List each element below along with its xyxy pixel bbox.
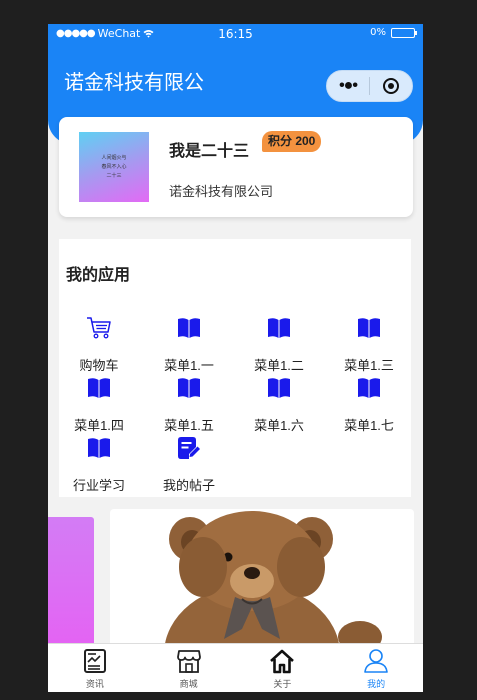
tab-label: 我的	[367, 679, 386, 689]
app-label: 购物车	[79, 358, 119, 373]
app-item-menu-1-3[interactable]: 菜单1.三	[329, 315, 409, 373]
app-label: 菜单1.六	[254, 418, 304, 433]
tab-label: 商城	[179, 679, 198, 689]
book-icon	[178, 378, 200, 398]
status-bar: ●●●●● WeChat 16:15 0%	[48, 24, 423, 44]
tab-store[interactable]: 商城	[142, 644, 236, 692]
banner-prev-slide[interactable]	[48, 517, 94, 647]
status-battery: 0%	[370, 27, 417, 38]
close-circle-icon	[383, 78, 399, 94]
book-icon	[88, 378, 110, 398]
battery-icon	[391, 27, 417, 38]
app-item-menu-1-4[interactable]: 菜单1.四	[59, 375, 139, 433]
profile-company: 诺金科技有限公司	[169, 184, 274, 199]
teddy-bear-image	[164, 511, 382, 649]
app-item-menu-1-6[interactable]: 菜单1.六	[239, 375, 319, 433]
points-badge: 积分 200	[262, 131, 322, 152]
book-icon	[268, 378, 290, 398]
app-label: 菜单1.七	[344, 418, 394, 433]
shopping-cart-icon	[87, 317, 111, 339]
profile-name: 我是二十三	[169, 143, 250, 160]
app-item-menu-1-2[interactable]: 菜单1.二	[239, 315, 319, 373]
app-item-menu-1-7[interactable]: 菜单1.七	[329, 375, 409, 433]
app-item-my-posts[interactable]: 我的帖子	[149, 435, 229, 493]
battery-percent: 0%	[370, 27, 386, 38]
mini-program-capsule: •●•	[326, 70, 413, 102]
avatar[interactable]: 人间烟火与 春风不入心 二十三	[79, 132, 149, 202]
app-label: 菜单1.四	[74, 418, 124, 433]
app-label: 菜单1.五	[164, 418, 214, 433]
tab-news[interactable]: 资讯	[48, 644, 142, 692]
avatar-text-line: 二十三	[106, 172, 122, 179]
book-icon	[358, 318, 380, 338]
home-icon	[270, 649, 295, 674]
user-icon	[364, 649, 388, 673]
profile-card[interactable]: 人间烟火与 春风不入心 二十三 我是二十三 积分 200 诺金科技有限公司	[59, 117, 413, 217]
app-item-menu-1-5[interactable]: 菜单1.五	[149, 375, 229, 433]
more-icon[interactable]: •●•	[327, 77, 369, 95]
book-icon	[358, 378, 380, 398]
app-label: 我的帖子	[162, 478, 215, 493]
book-icon	[268, 318, 290, 338]
page-title: 诺金科技有限公	[64, 70, 204, 94]
tab-bar: 资讯 商城 关于 我的	[48, 643, 423, 692]
status-time: 16:15	[218, 27, 253, 41]
my-apps-section: 我的应用 购物车 菜单1.一 菜单1.二 菜单1.三 菜单1.四 菜单1.五 菜…	[59, 239, 411, 497]
news-icon	[83, 649, 106, 673]
tab-label: 关于	[273, 679, 292, 689]
tab-about[interactable]: 关于	[236, 644, 330, 692]
app-item-industry-study[interactable]: 行业学习	[59, 435, 139, 493]
edit-document-icon	[178, 437, 200, 459]
app-label: 行业学习	[72, 478, 125, 493]
avatar-text-line: 春风不入心	[101, 163, 127, 170]
tab-mine[interactable]: 我的	[329, 644, 423, 692]
tab-label: 资讯	[85, 679, 104, 689]
phone-screen: ●●●●● WeChat 16:15 0% 诺金科技有限公 •●• 人间烟火与 …	[48, 24, 423, 692]
banner-slide[interactable]	[110, 509, 414, 649]
app-item-menu-1-1[interactable]: 菜单1.一	[149, 315, 229, 373]
book-icon	[88, 438, 110, 458]
app-item-cart[interactable]: 购物车	[59, 315, 139, 373]
book-icon	[178, 318, 200, 338]
avatar-text-line: 人间烟火与	[101, 154, 127, 161]
app-label: 菜单1.一	[164, 358, 214, 373]
app-label: 菜单1.二	[254, 358, 304, 373]
close-miniprogram-button[interactable]	[370, 78, 412, 94]
app-label: 菜单1.三	[344, 358, 394, 373]
section-title: 我的应用	[66, 267, 131, 284]
store-icon	[176, 650, 201, 673]
